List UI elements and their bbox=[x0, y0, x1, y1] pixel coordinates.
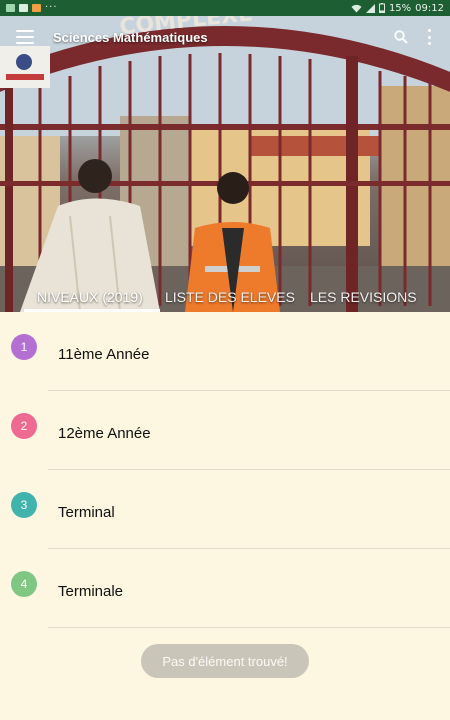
more-notifications: ··· bbox=[45, 2, 58, 13]
signal-icon bbox=[365, 3, 375, 13]
wifi-icon bbox=[351, 4, 362, 12]
level-number-badge: 1 bbox=[11, 334, 37, 360]
status-bar: ··· 15% 09:12 bbox=[0, 0, 450, 16]
header-photo: COMPLEXE bbox=[0, 16, 450, 312]
list-item[interactable]: 2 12ème Année bbox=[0, 391, 450, 470]
toast-message: Pas d'élément trouvé! bbox=[141, 644, 309, 678]
status-left-icons: ··· bbox=[6, 3, 58, 13]
list-item[interactable]: 4 Terminale bbox=[0, 549, 450, 628]
divider bbox=[48, 627, 450, 628]
tab-liste-eleves[interactable]: LISTE DES ELEVES bbox=[165, 289, 295, 305]
tab-bar: NIVEAUX (2019) LISTE DES ELEVES LES REVI… bbox=[0, 282, 450, 312]
menu-icon[interactable] bbox=[16, 30, 34, 44]
battery-level: 15% bbox=[388, 2, 412, 14]
tab-niveaux[interactable]: NIVEAUX (2019) bbox=[37, 289, 143, 305]
notification-icon bbox=[6, 4, 15, 12]
image-icon bbox=[19, 4, 28, 12]
level-label: 12ème Année bbox=[58, 425, 151, 442]
levels-list: 1 11ème Année 2 12ème Année 3 Terminal 4… bbox=[0, 312, 450, 628]
level-number-badge: 4 bbox=[11, 571, 37, 597]
level-number-badge: 2 bbox=[11, 413, 37, 439]
app-title: Sciences Mathématiques bbox=[53, 29, 208, 45]
list-item[interactable]: 1 11ème Année bbox=[0, 312, 450, 391]
school-gate-illustration: COMPLEXE bbox=[0, 16, 450, 312]
search-icon[interactable] bbox=[394, 30, 408, 44]
battery-icon bbox=[378, 3, 385, 13]
tab-revisions[interactable]: LES REVISIONS bbox=[310, 289, 417, 305]
mail-icon bbox=[32, 4, 41, 12]
level-number-badge: 3 bbox=[11, 492, 37, 518]
app-bar: Sciences Mathématiques bbox=[0, 16, 450, 58]
more-vert-icon[interactable] bbox=[426, 29, 432, 45]
list-item[interactable]: 3 Terminal bbox=[0, 470, 450, 549]
status-right: 15% 09:12 bbox=[351, 3, 444, 14]
level-label: Terminale bbox=[58, 583, 124, 600]
clock: 09:12 bbox=[415, 2, 444, 14]
level-label: Terminal bbox=[58, 504, 115, 521]
level-label: 11ème Année bbox=[58, 346, 150, 363]
